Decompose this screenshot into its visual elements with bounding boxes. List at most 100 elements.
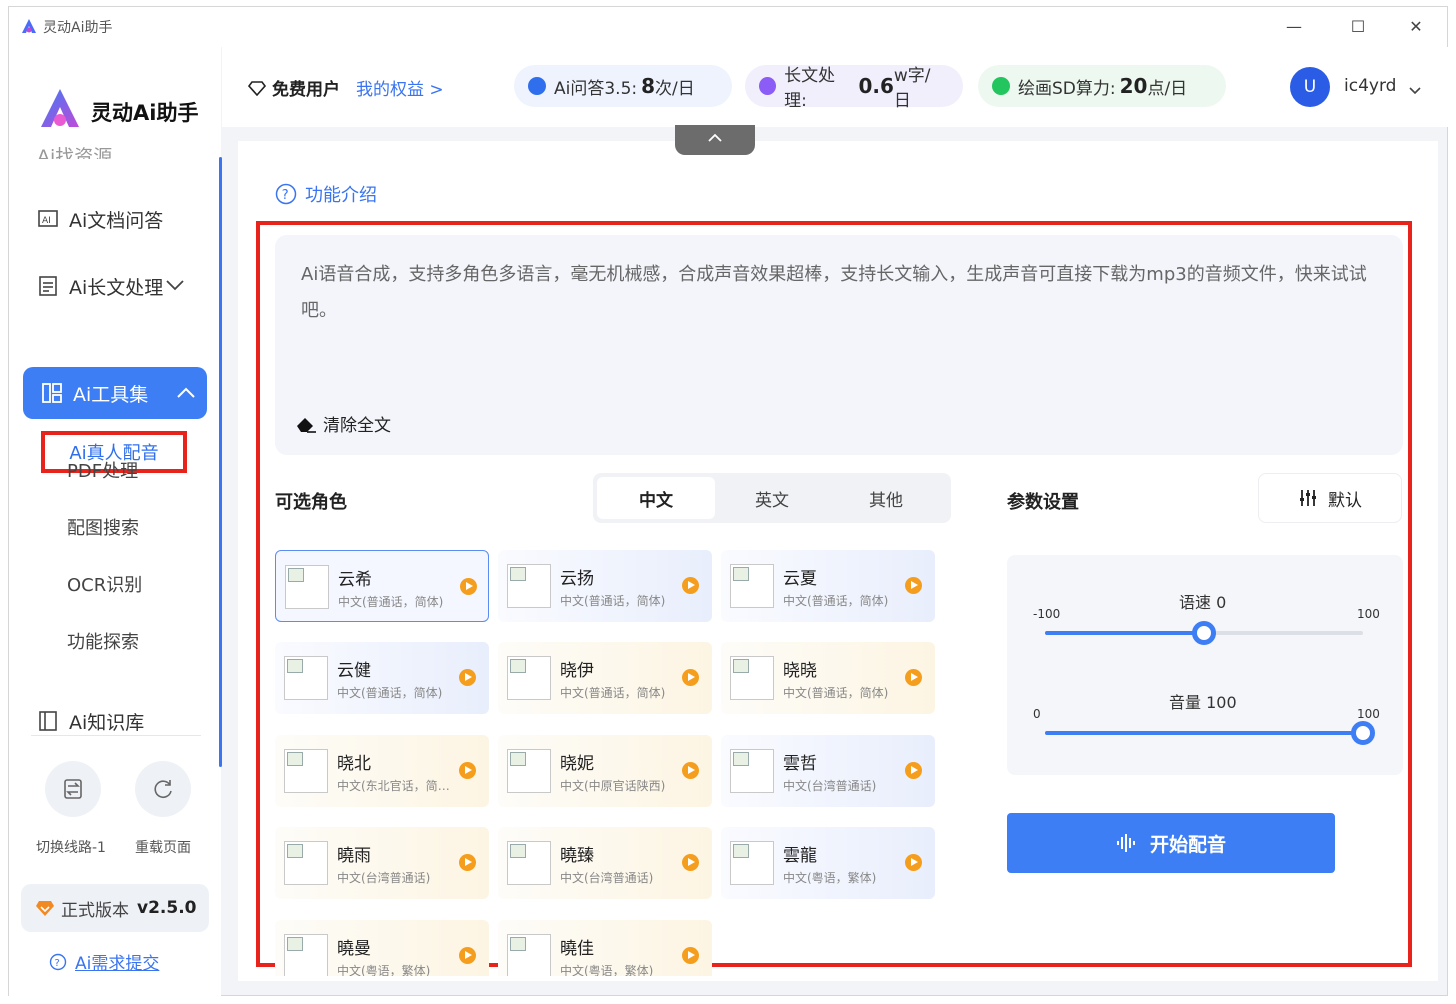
sub-item-explore[interactable]: 功能探索: [67, 628, 139, 654]
sidebar-item-long-text[interactable]: Ai长文处理: [37, 268, 185, 304]
feedback-link[interactable]: ? Ai需求提交: [49, 949, 159, 974]
clear-all-button[interactable]: 清除全文: [295, 411, 391, 436]
role-desc: 中文(普通话，简体): [338, 595, 444, 609]
role-card[interactable]: 云健 中文(普通话，简体): [275, 642, 489, 714]
quota-painting: 绘画SD算力: 20 点/日: [978, 65, 1226, 107]
switch-route-icon: [64, 779, 82, 799]
palette-icon: [992, 77, 1010, 95]
role-desc: 中文(台湾普通话): [783, 779, 877, 793]
play-icon[interactable]: [682, 577, 699, 594]
tab-chinese[interactable]: 中文: [597, 477, 715, 519]
role-avatar-image: [284, 749, 328, 793]
quota-unit: 次/日: [655, 78, 695, 99]
main-content: ? 功能介绍 Ai语音合成，支持多角色多语言，毫无机械感，合成声音效果超棒，支持…: [238, 141, 1438, 981]
refresh-icon: [154, 780, 172, 798]
role-avatar-image: [507, 564, 551, 608]
role-card[interactable]: 雲龍 中文(粤语，繁体): [721, 827, 935, 899]
sidebar-item-ai-tools[interactable]: Ai工具集: [23, 367, 207, 419]
play-icon[interactable]: [460, 578, 477, 595]
chat-icon: [528, 77, 546, 95]
play-icon[interactable]: [905, 669, 922, 686]
play-icon[interactable]: [682, 669, 699, 686]
tab-english[interactable]: 英文: [713, 477, 831, 519]
play-icon[interactable]: [905, 577, 922, 594]
default-settings-button[interactable]: 默认: [1258, 473, 1402, 523]
role-avatar-image: [730, 749, 774, 793]
role-card[interactable]: 云希 中文(普通话，简体): [275, 550, 489, 622]
role-card[interactable]: 云扬 中文(普通话，简体): [498, 550, 712, 622]
role-card[interactable]: 晓伊 中文(普通话，简体): [498, 642, 712, 714]
speed-fill: [1045, 631, 1204, 635]
sub-item-pdf[interactable]: PDF处理: [67, 457, 138, 483]
chevron-down-icon[interactable]: [1408, 81, 1422, 100]
title-bar: 灵动Ai助手 — ☐ ✕: [9, 7, 1447, 47]
sidebar-divider: [31, 735, 201, 736]
tab-other[interactable]: 其他: [827, 477, 945, 519]
role-avatar-image: [507, 656, 551, 700]
brand-name: 灵动Ai助手: [91, 101, 199, 125]
role-name: 晓妮: [560, 754, 594, 774]
role-card[interactable]: 晓北 中文(东北官话，简体): [275, 735, 489, 807]
sidebar-item-doc-qa[interactable]: AI Ai文档问答: [37, 201, 163, 237]
play-icon[interactable]: [459, 669, 476, 686]
role-card[interactable]: 曉曼 中文(粤语，繁体): [275, 920, 489, 976]
avatar[interactable]: U: [1290, 67, 1330, 107]
speed-slider[interactable]: [1045, 621, 1363, 645]
switch-route-button[interactable]: [45, 761, 101, 817]
volume-thumb[interactable]: [1351, 721, 1375, 745]
quota-ai-qa: Ai问答3.5: 8 次/日: [514, 65, 732, 107]
my-rights-link[interactable]: 我的权益 >: [356, 75, 444, 100]
sub-item-image-search[interactable]: 配图搜索: [67, 514, 139, 540]
text-input-area[interactable]: Ai语音合成，支持多角色多语言，毫无机械感，合成声音效果超棒，支持长文输入，生成…: [275, 235, 1403, 455]
play-icon[interactable]: [682, 762, 699, 779]
role-card[interactable]: 曉雨 中文(台湾普通话): [275, 827, 489, 899]
role-card[interactable]: 雲哲中文(台湾普通话): [721, 735, 935, 807]
play-icon[interactable]: [682, 854, 699, 871]
role-card[interactable]: 曉佳 中文(粤语，繁体): [498, 920, 712, 976]
play-icon[interactable]: [459, 762, 476, 779]
play-icon[interactable]: [905, 854, 922, 871]
sidebar-scrollbar[interactable]: [219, 157, 222, 767]
svg-text:?: ?: [282, 188, 289, 203]
minimize-button[interactable]: —: [1279, 15, 1309, 39]
function-intro-label: 功能介绍: [305, 185, 377, 206]
sidebar-item-label: Ai工具集: [73, 383, 149, 406]
play-icon[interactable]: [905, 762, 922, 779]
quota-value: 20: [1119, 74, 1148, 98]
role-avatar-image: [507, 841, 551, 885]
quota-value: 8: [641, 74, 656, 98]
close-button[interactable]: ✕: [1401, 15, 1431, 39]
username[interactable]: ic4yrd: [1344, 76, 1396, 96]
sub-item-ocr[interactable]: OCR识别: [67, 571, 142, 597]
collapse-header-button[interactable]: [675, 125, 755, 155]
role-card[interactable]: 曉臻 中文(台湾普通话): [498, 827, 712, 899]
version-number: v2.5.0: [137, 898, 197, 918]
speed-label: 语速 0: [1179, 593, 1227, 612]
start-dubbing-button[interactable]: 开始配音: [1007, 813, 1335, 873]
function-intro-link[interactable]: ? 功能介绍: [275, 181, 377, 207]
role-grid: 云希 中文(普通话，简体) 云扬 中文(普通话，简体) 云夏 中文(普通话，简体) 云健 中文…: [275, 550, 945, 976]
role-card[interactable]: 晓妮 中文(中原官话陕西): [498, 735, 712, 807]
sidebar-item-label: Ai知识库: [69, 711, 145, 734]
maximize-button[interactable]: ☐: [1343, 15, 1373, 39]
play-icon[interactable]: [459, 854, 476, 871]
play-icon[interactable]: [682, 947, 699, 964]
volume-slider[interactable]: [1045, 721, 1375, 745]
play-icon[interactable]: [459, 947, 476, 964]
layout-grid-icon: [41, 382, 63, 404]
volume-fill: [1045, 731, 1363, 735]
role-desc: 中文(普通话，简体): [337, 686, 443, 700]
role-card[interactable]: 云夏 中文(普通话，简体): [721, 550, 935, 622]
doc-ai-icon: AI: [37, 208, 59, 230]
input-text[interactable]: Ai语音合成，支持多角色多语言，毫无机械感，合成声音效果超棒，支持长文输入，生成…: [301, 257, 1381, 329]
speed-max: 100: [1357, 607, 1380, 621]
role-name: 雲哲: [783, 754, 817, 774]
sidebar-item-knowledge-base[interactable]: Ai知识库: [37, 703, 144, 739]
sidebar-item-find-resources[interactable]: Ai找资源: [37, 141, 112, 159]
role-card[interactable]: 晓晓 中文(普通话，简体): [721, 642, 935, 714]
speed-thumb[interactable]: [1192, 621, 1216, 645]
role-name: 晓伊: [560, 661, 594, 681]
switch-route-label: 切换线路-1: [36, 840, 106, 856]
reload-page-button[interactable]: [135, 761, 191, 817]
params-panel: 语速 0 -100 100 音量 100 0 100: [1007, 555, 1403, 775]
